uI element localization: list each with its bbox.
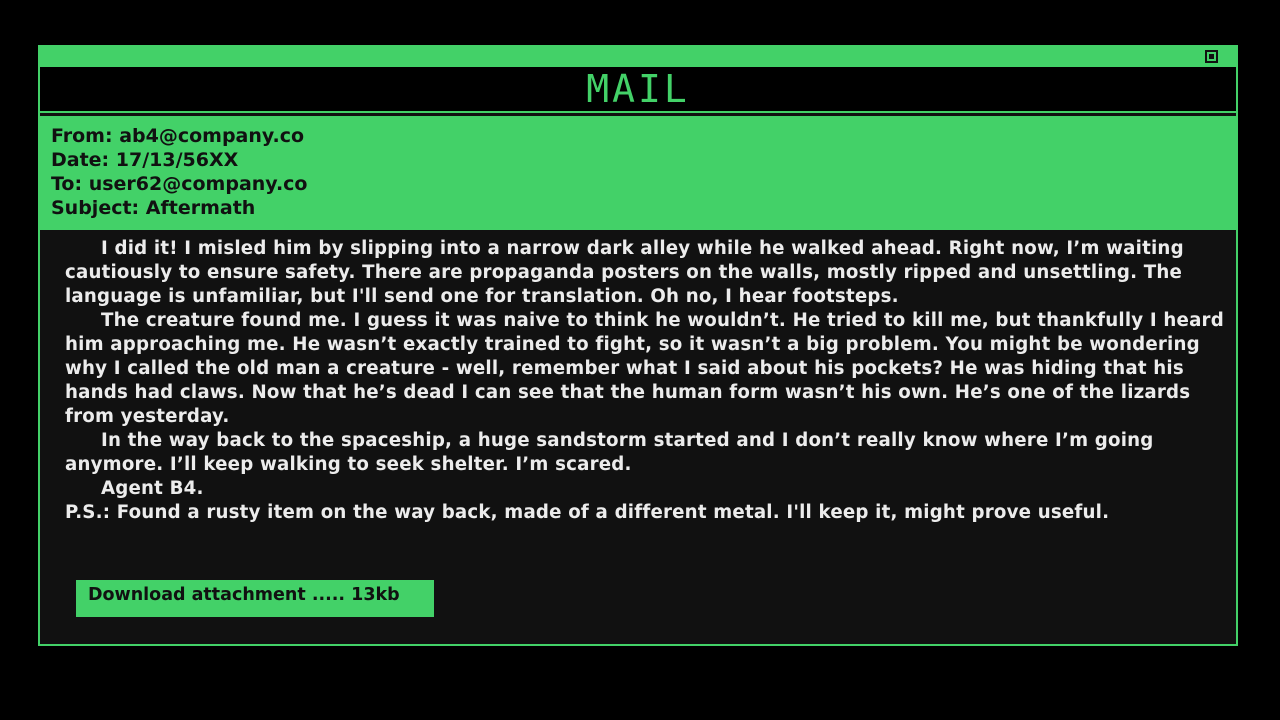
postscript: P.S.: Found a rusty item on the way back… <box>65 502 1110 523</box>
from-field: From: ab4@company.co <box>51 125 305 147</box>
body-paragraph: The creature found me. I guess it was na… <box>65 310 1224 427</box>
mail-title: MAIL <box>586 67 690 111</box>
subject-field: Subject: Aftermath <box>51 197 256 219</box>
email-headers: From: ab4@company.co Date: 17/13/56XX To… <box>40 116 1236 230</box>
mail-window: MAIL From: ab4@company.co Date: 17/13/56… <box>38 45 1238 646</box>
to-field: To: user62@company.co <box>51 173 308 195</box>
date-field: Date: 17/13/56XX <box>51 149 239 171</box>
square-close-icon[interactable] <box>1205 50 1218 63</box>
signature: Agent B4. <box>101 478 204 499</box>
title-bar <box>40 47 1236 67</box>
body-paragraph: In the way back to the spaceship, a huge… <box>65 430 1154 475</box>
download-attachment-button[interactable]: Download attachment ..... 13kb <box>76 580 434 617</box>
body-paragraph: I did it! I misled him by slipping into … <box>65 238 1184 307</box>
email-body: I did it! I misled him by slipping into … <box>65 237 1235 525</box>
mail-heading-bar: MAIL <box>40 67 1236 113</box>
